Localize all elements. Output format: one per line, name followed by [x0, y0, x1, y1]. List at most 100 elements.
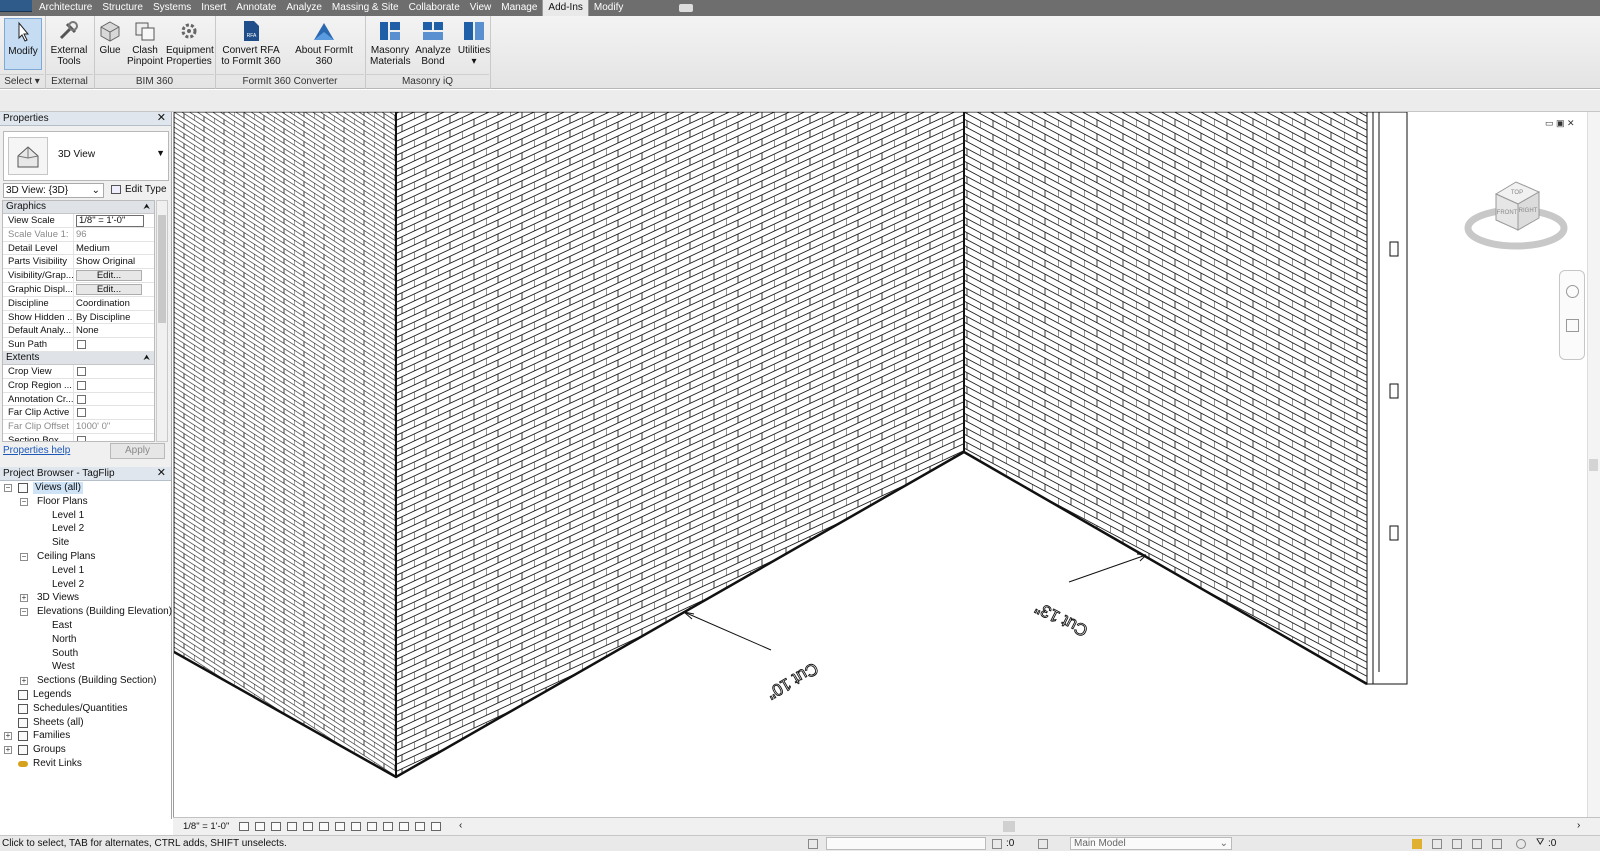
- collapse-icon[interactable]: −: [20, 553, 28, 561]
- tree-ceiling-plans[interactable]: Ceiling Plans: [37, 551, 95, 563]
- viewcube-right[interactable]: RIGHT: [1519, 208, 1538, 214]
- drag-elements-icon[interactable]: [1492, 839, 1502, 849]
- temporary-hide-icon[interactable]: [367, 822, 377, 831]
- analyze-bond-button[interactable]: Analyze Bond: [412, 18, 454, 67]
- ribbon-tab-annotate[interactable]: Annotate: [231, 0, 281, 16]
- scroll-left-icon[interactable]: ‹: [459, 820, 462, 831]
- prop-row-discipline[interactable]: Discipline Coordination: [3, 296, 154, 311]
- select-by-face-icon[interactable]: [1472, 839, 1482, 849]
- sun-path-icon[interactable]: [271, 822, 281, 831]
- equipment-properties-button[interactable]: Equipment Properties: [166, 18, 214, 67]
- prop-value[interactable]: By Discipline: [74, 311, 154, 324]
- visual-style-icon[interactable]: [255, 822, 265, 831]
- ribbon-tab-modify[interactable]: Modify: [589, 0, 628, 16]
- prop-row-view-scale[interactable]: View Scale 1/8" = 1'-0": [3, 214, 154, 228]
- left-wall[interactable]: [173, 111, 397, 778]
- prop-value[interactable]: None: [74, 324, 154, 337]
- viewcube-front[interactable]: FRONT: [1497, 210, 1518, 216]
- ribbon-tab-add-ins[interactable]: Add-Ins: [542, 0, 589, 16]
- modify-button[interactable]: Modify: [4, 18, 42, 70]
- prop-value[interactable]: Show Original: [74, 255, 154, 268]
- prop-row-detail-level[interactable]: Detail Level Medium: [3, 241, 154, 256]
- ribbon-tab-structure[interactable]: Structure: [97, 0, 148, 16]
- view-window-controls[interactable]: ▭ ▣ ✕: [1545, 118, 1575, 129]
- tree-sections[interactable]: Sections (Building Section): [37, 675, 157, 687]
- category-graphics[interactable]: Graphics ⮝: [3, 201, 154, 214]
- filter-icon[interactable]: ⛛: [1536, 837, 1544, 848]
- shadows-icon[interactable]: [287, 822, 297, 831]
- close-icon[interactable]: ✕: [157, 467, 166, 480]
- graphic-display-edit-button[interactable]: Edit...: [76, 283, 142, 295]
- expand-icon[interactable]: +: [4, 732, 12, 741]
- viewcube-top[interactable]: TOP: [1511, 190, 1523, 196]
- tree-ceiling-level-1[interactable]: Level 1: [52, 565, 84, 577]
- highlight-icon[interactable]: [431, 822, 441, 831]
- glue-button[interactable]: Glue: [96, 18, 124, 56]
- expand-icon[interactable]: +: [20, 677, 28, 686]
- canvas-scroll-thumb[interactable]: [1589, 459, 1598, 471]
- select-pinned-icon[interactable]: [1452, 839, 1462, 849]
- tree-floor-level-1[interactable]: Level 1: [52, 510, 84, 522]
- ribbon-tab-view[interactable]: View: [465, 0, 497, 16]
- sun-path-checkbox[interactable]: [77, 340, 86, 350]
- ribbon-tab-massing-site[interactable]: Massing & Site: [327, 0, 404, 16]
- category-extents[interactable]: Extents ⮝: [3, 351, 154, 365]
- horizontal-scroll-thumb[interactable]: [1003, 821, 1015, 832]
- tree-floor-plans[interactable]: Floor Plans: [37, 496, 88, 508]
- view-scale-input[interactable]: 1/8" = 1'-0": [76, 215, 144, 227]
- analytical-model-icon[interactable]: [415, 822, 425, 831]
- section-box-checkbox[interactable]: [77, 435, 86, 441]
- ribbon-minimize-toggle[interactable]: [679, 4, 693, 12]
- instance-filter-dropdown[interactable]: 3D View: {3D} ⌄: [3, 183, 104, 198]
- navigation-bar[interactable]: [1559, 270, 1585, 360]
- collapse-icon[interactable]: −: [20, 608, 28, 617]
- tree-legends[interactable]: Legends: [33, 689, 71, 701]
- editable-only-icon[interactable]: [992, 839, 1002, 849]
- tree-elev-south[interactable]: South: [52, 648, 78, 660]
- lock-3d-icon[interactable]: [351, 822, 361, 831]
- close-icon[interactable]: ✕: [157, 112, 166, 125]
- expand-icon[interactable]: +: [4, 746, 12, 755]
- apply-button[interactable]: Apply: [110, 443, 165, 459]
- edit-type-button[interactable]: Edit Type: [109, 183, 169, 198]
- prop-row-show-hidden[interactable]: Show Hidden ... By Discipline: [3, 310, 154, 325]
- about-formit-button[interactable]: About FormIt 360: [286, 18, 362, 67]
- prop-value[interactable]: Medium: [74, 242, 154, 255]
- crop-region-checkbox[interactable]: [77, 380, 86, 390]
- workset-dropdown[interactable]: [826, 837, 986, 850]
- select-links-icon[interactable]: [1412, 839, 1422, 849]
- worksets-icon[interactable]: [808, 839, 818, 849]
- expand-icon[interactable]: +: [20, 594, 28, 603]
- tree-schedules[interactable]: Schedules/Quantities: [33, 703, 128, 715]
- design-option-dropdown[interactable]: Main Model ⌄: [1070, 837, 1232, 850]
- crop-view-checkbox[interactable]: [77, 366, 86, 376]
- tree-floor-level-2[interactable]: Level 2: [52, 523, 84, 535]
- ribbon-tab-insert[interactable]: Insert: [196, 0, 231, 16]
- tree-elev-north[interactable]: North: [52, 634, 76, 646]
- select-underlay-icon[interactable]: [1432, 839, 1442, 849]
- right-wall[interactable]: [963, 111, 1368, 685]
- scroll-right-icon[interactable]: ›: [1577, 820, 1580, 831]
- tree-floor-site[interactable]: Site: [52, 537, 69, 549]
- clash-pinpoint-button[interactable]: Clash Pinpoint: [127, 18, 163, 67]
- convert-rfa-button[interactable]: RFA Convert RFA to FormIt 360: [221, 18, 281, 67]
- masonry-materials-button[interactable]: Masonry Materials: [370, 18, 411, 67]
- steering-wheel-icon[interactable]: [1566, 285, 1579, 298]
- collapse-icon[interactable]: −: [20, 497, 28, 506]
- external-tools-button[interactable]: External Tools: [50, 18, 88, 67]
- annotation-crop-checkbox[interactable]: [77, 394, 86, 404]
- render-icon[interactable]: [303, 822, 313, 831]
- collapse-icon[interactable]: −: [4, 484, 12, 492]
- center-wall[interactable]: [395, 111, 965, 778]
- viewcube[interactable]: TOP FRONT RIGHT: [1463, 170, 1569, 260]
- worksharing-icon[interactable]: [399, 822, 409, 831]
- visibility-edit-button[interactable]: Edit...: [76, 270, 142, 282]
- detail-level-icon[interactable]: [239, 822, 249, 831]
- zoom-icon[interactable]: [1566, 319, 1579, 332]
- 3d-view-canvas[interactable]: Cut 10" Cut 13": [173, 111, 1600, 817]
- utilities-button[interactable]: Utilities ▾: [456, 18, 492, 67]
- properties-scrollbar[interactable]: [156, 200, 168, 442]
- application-menu-button[interactable]: [0, 0, 32, 12]
- prop-row-parts-visibility[interactable]: Parts Visibility Show Original: [3, 255, 154, 270]
- view-scale-label[interactable]: 1/8" = 1'-0": [183, 821, 229, 832]
